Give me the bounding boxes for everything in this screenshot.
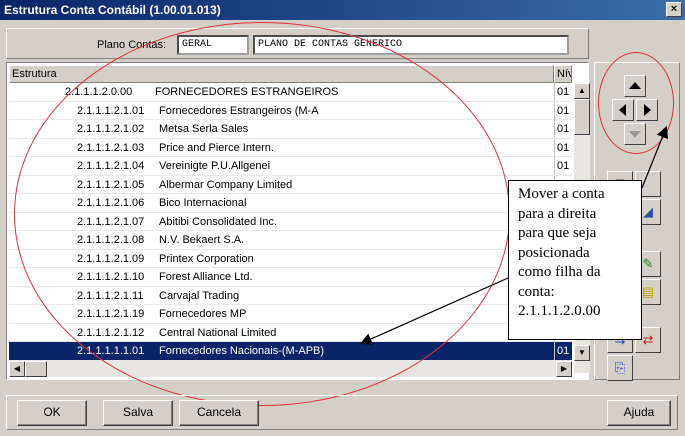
row-nivel: 01 bbox=[554, 120, 572, 138]
document-icon: ▤ bbox=[641, 284, 655, 299]
cancela-button[interactable]: Cancela bbox=[179, 400, 259, 426]
table-row[interactable]: 2.1.1.1.2.1.08N.V. Bekaert S.A.01 bbox=[9, 231, 572, 250]
horizontal-scrollbar[interactable]: ◀ ▶ bbox=[9, 361, 572, 377]
estrutura-grid[interactable]: Estrutura Nív 2.1.1.1.2.0.00 FORNECEDORES… bbox=[6, 62, 590, 380]
move-down-button[interactable] bbox=[624, 123, 646, 145]
arrow-left-icon bbox=[619, 104, 626, 116]
row-name: Vereinigte P.U.Allgenei bbox=[159, 160, 271, 172]
row-code: 2.1.1.1.2.1.06 bbox=[77, 197, 145, 209]
table-row[interactable]: 2.1.1.1.2.1.04 Vereinigte P.U.Allgenei 01 bbox=[9, 157, 572, 176]
scroll-up-icon[interactable]: ▲ bbox=[574, 83, 590, 99]
table-row[interactable]: 2.1.1.1.2.1.02 Metsa Serla Sales 01 bbox=[9, 120, 572, 139]
chart-icon: ◢ bbox=[643, 204, 653, 219]
plano-contas-label: Plano Contas: bbox=[97, 39, 167, 51]
arrow-right-icon bbox=[644, 104, 651, 116]
row-nivel: 01 bbox=[554, 157, 572, 175]
row-code: 2.1.1.1.2.1.10 bbox=[77, 271, 145, 283]
vertical-scroll-thumb[interactable] bbox=[574, 99, 590, 135]
row-code: 2.1.1.1.2.1.02 bbox=[77, 123, 145, 135]
row-nivel: 01 bbox=[554, 83, 572, 101]
table-row[interactable]: 2.1.1.1.2.1.19Fornecedores MP01 bbox=[9, 305, 572, 324]
row-name: Metsa Serla Sales bbox=[159, 123, 249, 135]
table-row[interactable]: 2.1.1.1.2.1.12Central National Limited01 bbox=[9, 323, 572, 342]
plano-panel: Plano Contas: GERAL PLANO DE CONTAS GENE… bbox=[6, 28, 589, 59]
table-row[interactable]: 2.1.1.1.2.1.11Carvajal Trading01 bbox=[9, 286, 572, 305]
table-row[interactable]: 2.1.1.1.2.1.07Abitibi Consolidated Inc.0… bbox=[9, 212, 572, 231]
callout-line: para que seja bbox=[518, 225, 597, 241]
table-row[interactable]: 2.1.1.1.2.1.10Forest Alliance Ltd.01 bbox=[9, 268, 572, 287]
move-up-button[interactable] bbox=[624, 75, 646, 97]
row-name: Central National Limited bbox=[159, 326, 277, 339]
row-name: Price and Pierce Intern. bbox=[159, 141, 274, 154]
table-row[interactable]: 2.1.1.1.2.1.06Bico Internacional01 bbox=[9, 194, 572, 213]
salva-button[interactable]: Salva bbox=[103, 400, 173, 426]
arrow-down-icon bbox=[629, 131, 641, 138]
scroll-right-icon[interactable]: ▶ bbox=[556, 361, 572, 377]
plano-description-field[interactable]: PLANO DE CONTAS GENERICO bbox=[253, 35, 569, 55]
scroll-down-icon[interactable]: ▼ bbox=[574, 345, 590, 361]
annotation-callout: Mover a conta para a direita para que seja… bbox=[508, 180, 642, 340]
row-name: Abitibi Consolidated Inc. bbox=[159, 215, 278, 228]
callout-line: conta: bbox=[518, 283, 555, 300]
transfer-icon: ⇄ bbox=[642, 332, 654, 347]
callout-line: como filha da bbox=[518, 264, 601, 280]
move-right-button[interactable] bbox=[636, 99, 658, 121]
row-name: Fornecedores Estrangeiros (M-A bbox=[159, 104, 319, 117]
ajuda-button[interactable]: Ajuda bbox=[607, 400, 671, 426]
title-bar: Estrutura Conta Contábil (1.00.01.013) × bbox=[0, 0, 685, 20]
grid-header: Estrutura Nív bbox=[9, 65, 572, 83]
row-code: 2.1.1.1.2.1.05 bbox=[77, 178, 145, 191]
row-name: Fornecedores Nacionais-(M-APB) bbox=[159, 345, 325, 357]
scroll-left-icon[interactable]: ◀ bbox=[9, 361, 25, 377]
column-header-estrutura[interactable]: Estrutura bbox=[9, 65, 554, 83]
row-name: Bico Internacional bbox=[159, 197, 247, 209]
row-code: 2.1.1.1.1.1.01 bbox=[77, 345, 145, 357]
table-row[interactable]: 2.1.1.1.2.0.00 FORNECEDORES ESTRANGEIROS 0… bbox=[9, 83, 572, 102]
row-nivel: 01 bbox=[554, 138, 572, 157]
row-code: 2.1.1.1.2.0.00 bbox=[65, 86, 133, 98]
row-code: 2.1.1.1.2.1.08 bbox=[77, 234, 145, 246]
close-button[interactable]: × bbox=[666, 2, 682, 17]
row-name: Forest Alliance Ltd. bbox=[159, 271, 253, 283]
column-header-nivel[interactable]: Nív bbox=[554, 65, 572, 83]
row-code: 2.1.1.1.2.1.09 bbox=[77, 252, 145, 265]
row-name: FORNECEDORES ESTRANGEIROS bbox=[155, 86, 339, 98]
row-name: Printex Corporation bbox=[159, 252, 254, 265]
row-code: 2.1.1.1.2.1.11 bbox=[77, 289, 144, 302]
table-row[interactable]: 2.1.1.1.2.1.03 Price and Pierce Intern. 01 bbox=[9, 138, 572, 157]
horizontal-scroll-thumb[interactable] bbox=[25, 361, 47, 377]
row-nivel: 01 bbox=[554, 101, 572, 120]
table-row[interactable]: 2.1.1.1.2.1.01 Fornecedores Estrangeiros … bbox=[9, 101, 572, 120]
row-name: Albermar Company Limited bbox=[159, 178, 293, 191]
export-button[interactable]: ⎘ bbox=[607, 355, 633, 381]
row-code: 2.1.1.1.2.1.03 bbox=[77, 141, 145, 154]
row-name: Fornecedores MP bbox=[159, 308, 247, 320]
arrow-up-icon bbox=[629, 82, 641, 89]
row-code: 2.1.1.1.2.1.04 bbox=[77, 160, 145, 172]
edit-icon: ✎ bbox=[642, 256, 654, 271]
row-code: 2.1.1.1.2.1.01 bbox=[77, 104, 145, 117]
row-code: 2.1.1.1.2.1.07 bbox=[77, 215, 145, 228]
export-icon: ⎘ bbox=[614, 360, 626, 375]
table-row[interactable]: 2.1.1.1.2.1.09Printex Corporation01 bbox=[9, 249, 572, 268]
row-code: 2.1.1.1.2.1.12 bbox=[77, 326, 145, 339]
bottom-button-bar: OK Salva Cancela Ajuda bbox=[6, 395, 678, 430]
table-row[interactable]: 2.1.1.1.1.1.01 Fornecedores Nacionais-(M-… bbox=[9, 342, 572, 361]
callout-line: Mover a conta bbox=[518, 186, 605, 202]
callout-line: para a direita bbox=[518, 205, 597, 222]
callout-line: posicionada bbox=[518, 244, 590, 261]
row-code: 2.1.1.1.2.1.19 bbox=[77, 308, 145, 320]
row-nivel: 01 bbox=[554, 342, 572, 360]
row-name: N.V. Bekaert S.A. bbox=[159, 234, 245, 246]
grid-rows: 2.1.1.1.2.0.00 FORNECEDORES ESTRANGEIROS 0… bbox=[9, 83, 572, 361]
ok-button[interactable]: OK bbox=[17, 400, 87, 426]
plano-code-field[interactable]: GERAL bbox=[177, 35, 249, 55]
window-title: Estrutura Conta Contábil (1.00.01.013) bbox=[4, 3, 221, 17]
callout-line: 2.1.1.1.2.0.00 bbox=[518, 303, 601, 319]
row-name: Carvajal Trading bbox=[159, 289, 240, 302]
table-row[interactable]: 2.1.1.1.2.1.05Albermar Company Limited01 bbox=[9, 175, 572, 194]
move-left-button[interactable] bbox=[612, 99, 634, 121]
